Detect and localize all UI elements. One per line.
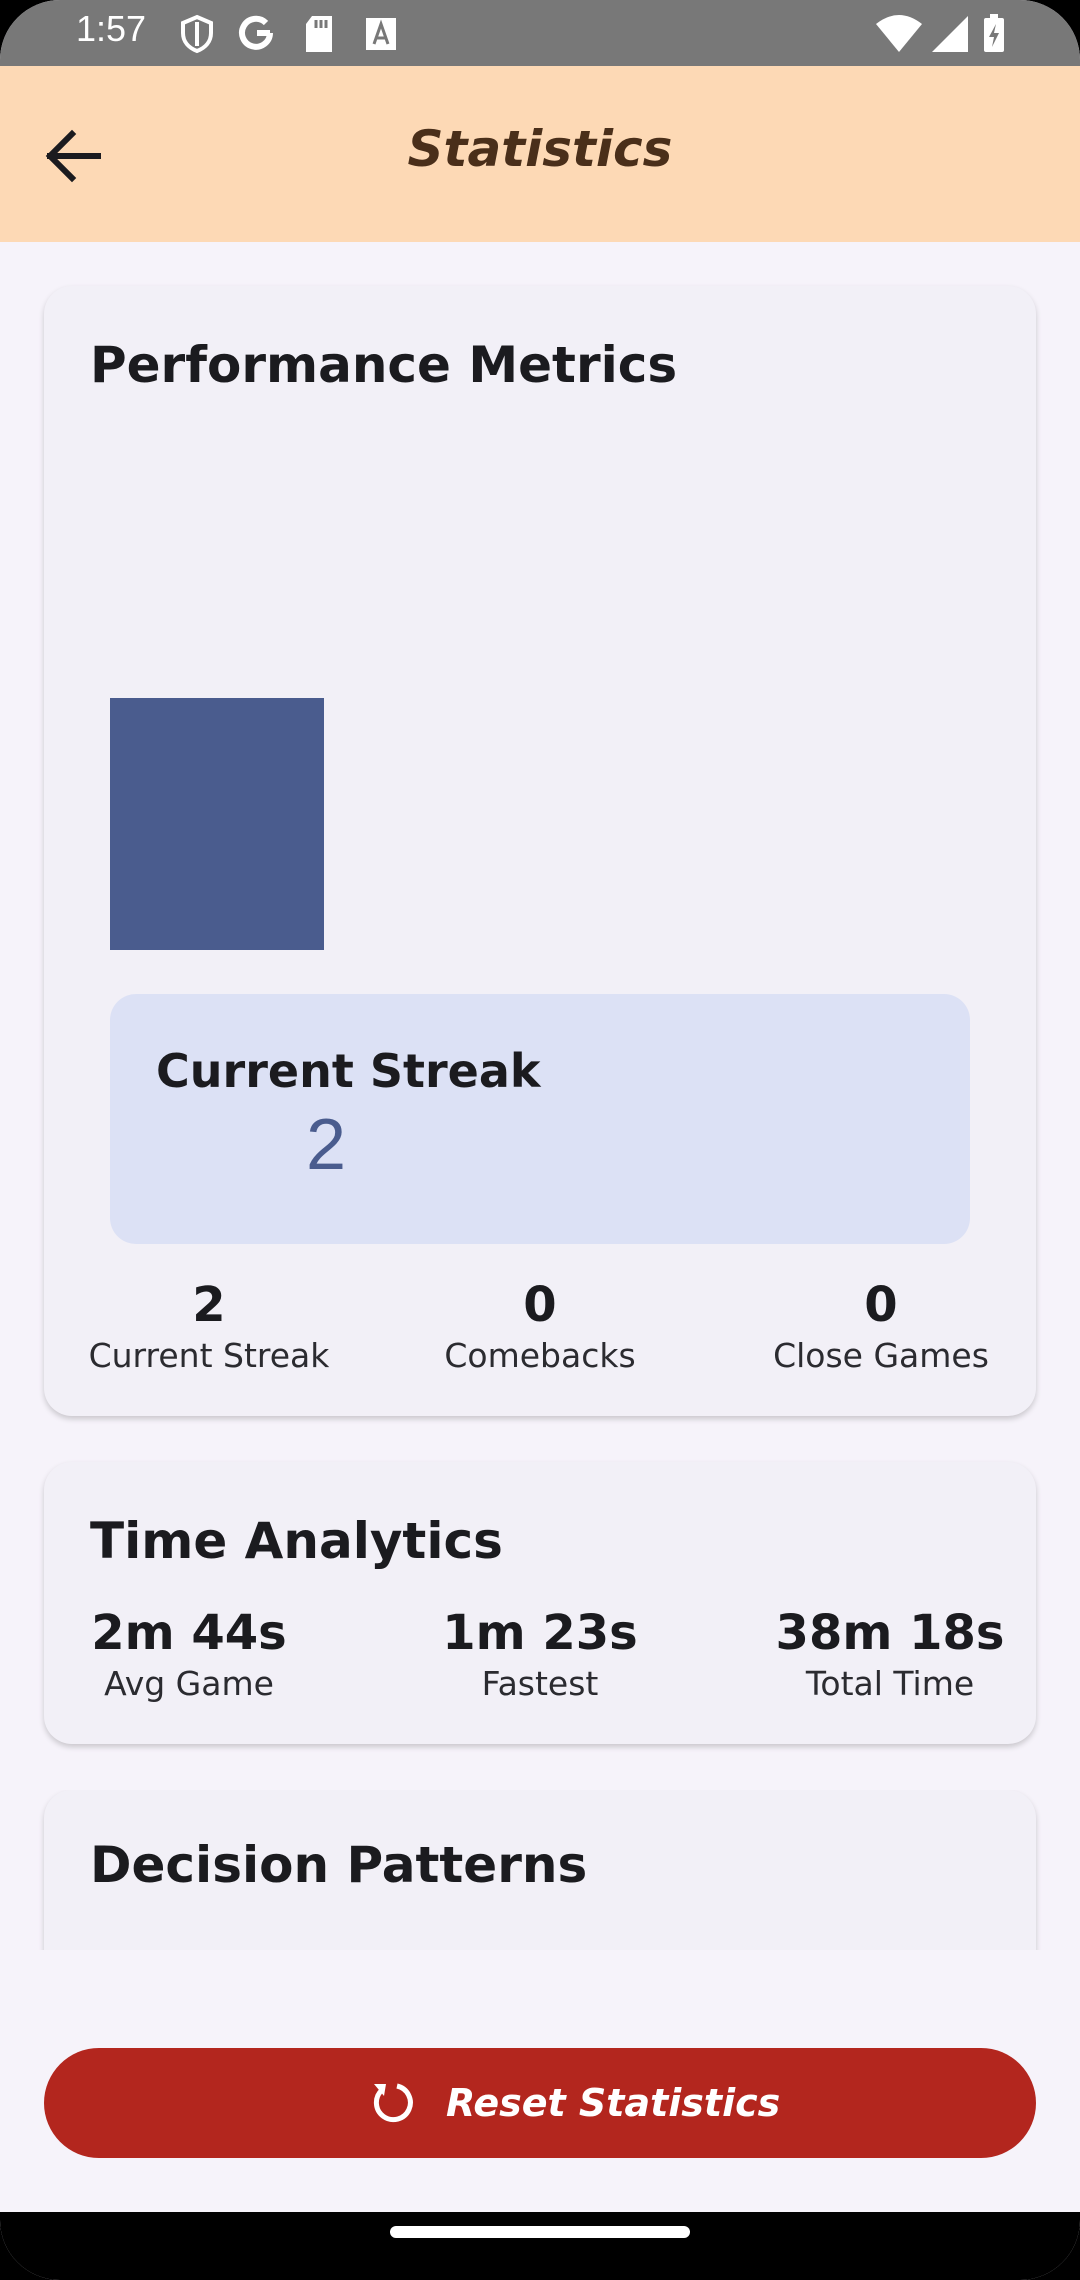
- page-title: Statistics: [407, 120, 673, 178]
- app-bar: Statistics: [0, 66, 1080, 242]
- metric-label: Close Games: [773, 1336, 989, 1375]
- current-streak-value: 2: [306, 1105, 347, 1185]
- time-analytics-title: Time Analytics: [90, 1512, 503, 1570]
- reset-statistics-label: Reset Statistics: [446, 2081, 781, 2125]
- decision-patterns-title: Decision Patterns: [90, 1836, 588, 1894]
- decision-patterns-card: Decision Patterns: [44, 1790, 1036, 1950]
- metric-value: 38m 18s: [775, 1605, 1005, 1661]
- cell-signal-icon: [932, 16, 968, 52]
- battery-charging-icon: [984, 14, 1004, 52]
- metric-label: Fastest: [481, 1664, 599, 1703]
- metric-avg-game: 2m 44s Avg Game: [78, 1604, 300, 1706]
- decision-patterns-clip: Decision Patterns: [0, 1790, 1080, 1950]
- reset-statistics-button[interactable]: Reset Statistics: [44, 2048, 1036, 2158]
- status-bar: 1:57: [0, 0, 1080, 66]
- metric-close-games: 0 Close Games: [756, 1276, 1006, 1378]
- performance-metrics-title: Performance Metrics: [90, 336, 678, 394]
- metric-value: 2m 44s: [91, 1605, 287, 1661]
- google-icon: [239, 15, 273, 50]
- metric-label: Comebacks: [444, 1336, 636, 1375]
- chart-bar: [110, 698, 324, 950]
- shield-icon: [181, 14, 213, 54]
- current-streak-label: Current Streak: [156, 1044, 541, 1098]
- navigation-bar: [0, 2212, 1080, 2280]
- metric-current-streak: 2 Current Streak: [78, 1276, 340, 1378]
- metric-total-time: 38m 18s Total Time: [774, 1604, 1006, 1706]
- sd-card-icon: [306, 16, 332, 52]
- metric-value: 0: [523, 1277, 557, 1333]
- metric-fastest: 1m 23s Fastest: [440, 1604, 640, 1706]
- metric-label: Total Time: [805, 1664, 975, 1703]
- text-notification-icon: [366, 18, 396, 50]
- refresh-icon: [373, 2083, 413, 2123]
- metric-value: 1m 23s: [442, 1605, 638, 1661]
- performance-metrics-card: Performance Metrics Current Streak 2 2 C…: [44, 286, 1036, 1416]
- status-time: 1:57: [76, 8, 147, 49]
- metric-label: Current Streak: [88, 1336, 330, 1375]
- wifi-icon: [876, 15, 922, 52]
- current-streak-box: Current Streak 2: [110, 994, 970, 1244]
- time-analytics-card: Time Analytics 2m 44s Avg Game 1m 23s Fa…: [44, 1462, 1036, 1744]
- metric-value: 0: [864, 1277, 898, 1333]
- metric-label: Avg Game: [104, 1664, 274, 1703]
- screen: 1:57 Statistics Performance Metrics Curr…: [0, 0, 1080, 2280]
- metric-comebacks: 0 Comebacks: [430, 1276, 650, 1378]
- metric-value: 2: [192, 1277, 226, 1333]
- home-indicator[interactable]: [390, 2226, 690, 2238]
